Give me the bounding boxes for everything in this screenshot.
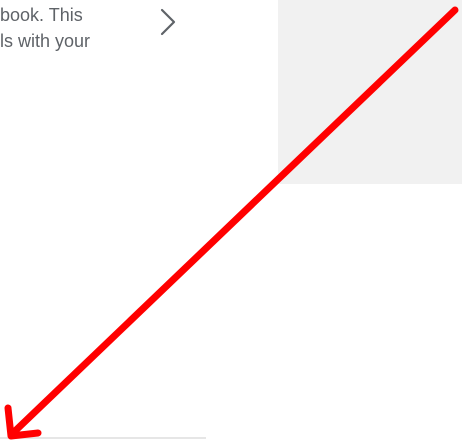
screen: book. This ls with your (0, 0, 462, 448)
divider (0, 437, 206, 439)
description-line-2: ls with your (0, 31, 91, 51)
description-line-1: book. This (0, 5, 83, 25)
chevron-right-icon[interactable] (152, 6, 184, 38)
item-description: book. This ls with your (0, 2, 130, 54)
thumbnail-placeholder (278, 0, 462, 184)
